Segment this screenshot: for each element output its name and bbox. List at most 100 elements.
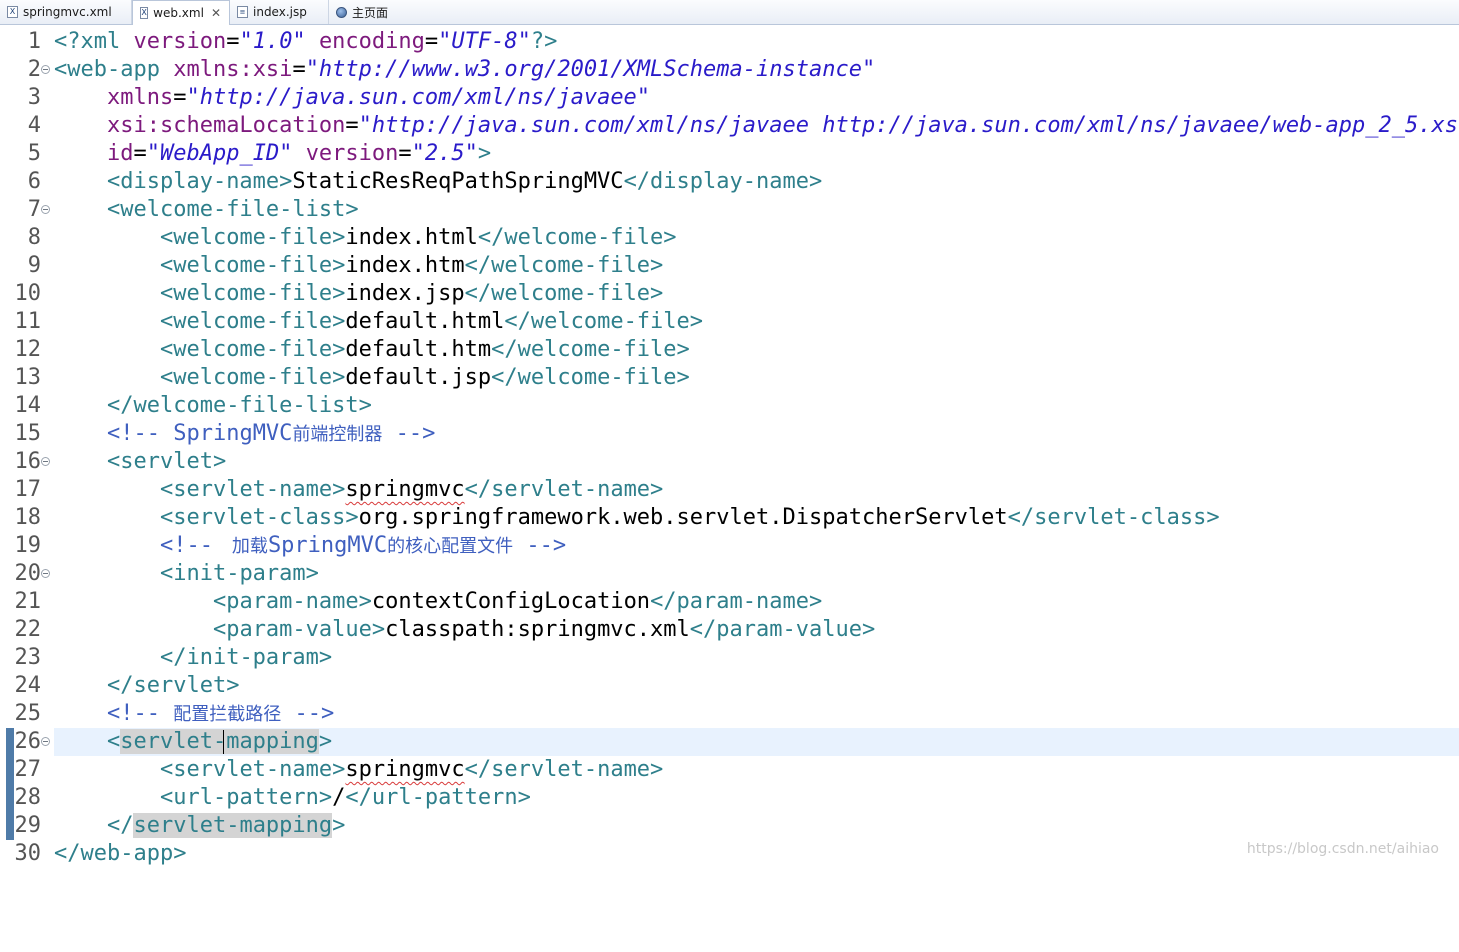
line-gutter: 12 [0, 336, 52, 364]
code-line[interactable]: 22 <param-value>classpath:springmvc.xml<… [0, 616, 1459, 644]
code-line[interactable]: 15 <!-- SpringMVC前端控制器 --> [0, 420, 1459, 448]
code-line[interactable]: 25 <!-- 配置拦截路径 --> [0, 700, 1459, 728]
line-code[interactable]: <url-pattern>/</url-pattern> [54, 784, 1459, 812]
line-gutter: 13 [0, 364, 52, 392]
line-code[interactable]: <init-param> [54, 560, 1459, 588]
line-code[interactable]: <web-app xmlns:xsi="http://www.w3.org/20… [54, 56, 1459, 84]
code-line[interactable]: 21 <param-name>contextConfigLocation</pa… [0, 588, 1459, 616]
code-line[interactable]: 11 <welcome-file>default.html</welcome-f… [0, 308, 1459, 336]
line-code[interactable]: <welcome-file>index.htm</welcome-file> [54, 252, 1459, 280]
line-number: 7 [27, 197, 41, 222]
line-code[interactable]: <welcome-file-list> [54, 196, 1459, 224]
line-code[interactable]: <servlet-name>springmvc</servlet-name> [54, 756, 1459, 784]
line-number: 2 [27, 57, 41, 82]
line-code[interactable]: xmlns="http://java.sun.com/xml/ns/javaee… [54, 84, 1459, 112]
fold-toggle-icon[interactable] [41, 569, 50, 578]
line-number: 13 [14, 365, 42, 390]
code-line[interactable]: 29 </servlet-mapping> [0, 812, 1459, 840]
line-number: 26 [14, 729, 42, 754]
line-code[interactable]: id="WebApp_ID" version="2.5"> [54, 140, 1459, 168]
code-line[interactable]: 10 <welcome-file>index.jsp</welcome-file… [0, 280, 1459, 308]
line-code[interactable]: </servlet> [54, 672, 1459, 700]
line-number: 24 [14, 673, 42, 698]
line-code[interactable]: <!-- 配置拦截路径 --> [54, 700, 1459, 728]
line-gutter: 25 [0, 700, 52, 728]
line-gutter: 19 [0, 532, 52, 560]
code-line[interactable]: 14 </welcome-file-list> [0, 392, 1459, 420]
tab-springmvc-xml[interactable]: X springmvc.xml [0, 0, 132, 24]
code-line[interactable]: 30 </web-app> [0, 840, 1459, 868]
code-line[interactable]: 5 id="WebApp_ID" version="2.5"> [0, 140, 1459, 168]
line-code[interactable]: <!-- 加载SpringMVC的核心配置文件 --> [54, 532, 1459, 560]
code-line[interactable]: 24 </servlet> [0, 672, 1459, 700]
tab-index-jsp[interactable]: ≡ index.jsp [230, 0, 329, 24]
line-code[interactable]: <welcome-file>default.jsp</welcome-file> [54, 364, 1459, 392]
tab-main-page[interactable]: 主页面 [329, 0, 409, 24]
line-code[interactable]: </init-param> [54, 644, 1459, 672]
close-icon[interactable]: ✕ [211, 6, 221, 20]
code-line[interactable]: 18 <servlet-class>org.springframework.we… [0, 504, 1459, 532]
line-code[interactable]: <servlet-mapping> [54, 728, 1459, 756]
line-gutter: 4 [0, 112, 52, 140]
line-code[interactable]: <display-name>StaticResReqPathSpringMVC<… [54, 168, 1459, 196]
line-gutter: 30 [0, 840, 52, 868]
line-code[interactable]: <welcome-file>index.jsp</welcome-file> [54, 280, 1459, 308]
fold-toggle-icon[interactable] [41, 65, 50, 74]
line-code[interactable]: <welcome-file>default.htm</welcome-file> [54, 336, 1459, 364]
watermark: https://blog.csdn.net/aihiao [1246, 841, 1439, 857]
change-marker [6, 784, 14, 812]
code-line[interactable]: 12 <welcome-file>default.htm</welcome-fi… [0, 336, 1459, 364]
code-line[interactable]: 13 <welcome-file>default.jsp</welcome-fi… [0, 364, 1459, 392]
line-number: 25 [14, 701, 42, 726]
line-code[interactable]: <welcome-file>default.html</welcome-file… [54, 308, 1459, 336]
line-gutter: 24 [0, 672, 52, 700]
code-line-current[interactable]: 26 <servlet-mapping> [0, 728, 1459, 756]
code-line[interactable]: 2 <web-app xmlns:xsi="http://www.w3.org/… [0, 56, 1459, 84]
line-number: 12 [14, 337, 42, 362]
line-code[interactable]: <servlet-class>org.springframework.web.s… [54, 504, 1459, 532]
xml-file-icon: X [7, 6, 18, 18]
fold-toggle-icon[interactable] [41, 457, 50, 466]
line-number: 3 [27, 85, 41, 110]
line-code[interactable]: </servlet-mapping> [54, 812, 1459, 840]
code-line[interactable]: 20 <init-param> [0, 560, 1459, 588]
code-line[interactable]: 17 <servlet-name>springmvc</servlet-name… [0, 476, 1459, 504]
line-code[interactable]: xsi:schemaLocation="http://java.sun.com/… [54, 112, 1459, 140]
line-number: 22 [14, 617, 42, 642]
code-line[interactable]: 19 <!-- 加载SpringMVC的核心配置文件 --> [0, 532, 1459, 560]
line-number: 19 [14, 533, 42, 558]
line-code[interactable]: <param-value>classpath:springmvc.xml</pa… [54, 616, 1459, 644]
line-number: 27 [14, 757, 42, 782]
code-line[interactable]: 3 xmlns="http://java.sun.com/xml/ns/java… [0, 84, 1459, 112]
tab-web-xml[interactable]: X web.xml ✕ [132, 0, 230, 25]
code-line[interactable]: 28 <url-pattern>/</url-pattern> [0, 784, 1459, 812]
line-code[interactable]: </welcome-file-list> [54, 392, 1459, 420]
code-line[interactable]: 27 <servlet-name>springmvc</servlet-name… [0, 756, 1459, 784]
line-code[interactable]: <!-- SpringMVC前端控制器 --> [54, 420, 1459, 448]
line-code[interactable]: <servlet> [54, 448, 1459, 476]
line-number: 14 [14, 393, 42, 418]
fold-toggle-icon[interactable] [41, 205, 50, 214]
line-code[interactable]: <servlet-name>springmvc</servlet-name> [54, 476, 1459, 504]
line-gutter: 29 [0, 812, 52, 840]
code-line[interactable]: 16 <servlet> [0, 448, 1459, 476]
line-code[interactable]: <welcome-file>index.html</welcome-file> [54, 224, 1459, 252]
code-line[interactable]: 4 xsi:schemaLocation="http://java.sun.co… [0, 112, 1459, 140]
line-code[interactable]: <param-name>contextConfigLocation</param… [54, 588, 1459, 616]
code-line[interactable]: 9 <welcome-file>index.htm</welcome-file> [0, 252, 1459, 280]
line-gutter: 7 [0, 196, 52, 224]
code-editor[interactable]: 1 <?xml version="1.0" encoding="UTF-8"?>… [0, 28, 1459, 868]
line-gutter: 22 [0, 616, 52, 644]
line-gutter: 17 [0, 476, 52, 504]
code-line[interactable]: 6 <display-name>StaticResReqPathSpringMV… [0, 168, 1459, 196]
code-line[interactable]: 8 <welcome-file>index.html</welcome-file… [0, 224, 1459, 252]
code-line[interactable]: 7 <welcome-file-list> [0, 196, 1459, 224]
code-line[interactable]: 23 </init-param> [0, 644, 1459, 672]
line-gutter: 5 [0, 140, 52, 168]
code-line[interactable]: 1 <?xml version="1.0" encoding="UTF-8"?> [0, 28, 1459, 56]
line-number: 21 [14, 589, 42, 614]
line-code[interactable]: <?xml version="1.0" encoding="UTF-8"?> [54, 28, 1459, 56]
fold-toggle-icon[interactable] [41, 737, 50, 746]
line-number: 28 [14, 785, 42, 810]
change-marker [6, 756, 14, 784]
